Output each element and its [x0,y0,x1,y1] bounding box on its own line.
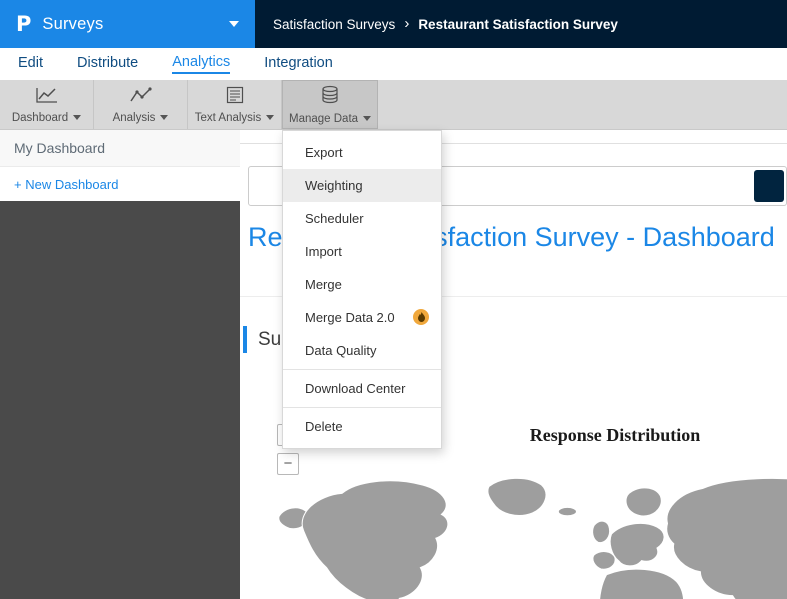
questionpro-logo-icon: P [16,12,32,36]
text-document-icon [225,86,245,109]
toolbar-button-analysis[interactable]: Analysis [94,80,188,129]
toolbar-button-label: Manage Data [289,112,359,125]
menu-item-scheduler[interactable]: Scheduler [283,202,441,235]
breadcrumb-current: Restaurant Satisfaction Survey [418,16,618,32]
section-accent-bar [243,326,247,353]
chevron-down-icon [73,115,82,120]
world-map [278,477,787,599]
toolbar-button-label: Dashboard [11,111,69,124]
chevron-down-icon [160,115,169,120]
nav-item-integration[interactable]: Integration [264,55,333,73]
menu-item-label: Weighting [305,178,363,193]
nav-item-edit[interactable]: Edit [18,55,43,73]
menu-item-label: Download Center [305,381,406,396]
menu-item-label: Data Quality [305,343,377,358]
menu-item-label: Scheduler [305,211,364,226]
menu-item-import[interactable]: Import [283,235,441,268]
analysis-chart-icon [129,86,153,109]
product-name: Surveys [42,14,104,33]
sidebar-item-my-dashboard[interactable]: My Dashboard [0,130,240,167]
manage-data-menu: Export Weighting Scheduler Import Merge … [282,130,442,449]
menu-item-label: Delete [305,419,343,434]
product-switcher[interactable]: P Surveys [0,0,255,48]
menu-item-export[interactable]: Export [283,136,441,169]
menu-item-merge-data-2-0[interactable]: Merge Data 2.0 [283,301,441,334]
menu-item-data-quality[interactable]: Data Quality [283,334,441,367]
new-dashboard-label: + New Dashboard [14,176,119,192]
toolbar-button-manage-data[interactable]: Manage Data [282,80,379,129]
dashboard-sidebar: My Dashboard + New Dashboard [0,130,240,599]
menu-item-weighting[interactable]: Weighting [283,169,441,202]
breadcrumb: Satisfaction Surveys › Restaurant Satisf… [255,0,787,48]
chevron-down-icon[interactable] [229,21,239,27]
line-chart-icon [35,86,59,109]
menu-item-label: Import [305,244,342,259]
menu-item-download-center[interactable]: Download Center [283,372,441,405]
new-dashboard-link[interactable]: + New Dashboard [0,167,240,201]
breadcrumb-parent-link[interactable]: Satisfaction Surveys [273,17,395,32]
zoom-out-button[interactable]: − [277,453,299,475]
toolbar-button-text-analysis[interactable]: Text Analysis [188,80,282,129]
menu-item-label: Merge Data 2.0 [305,310,395,325]
nav-item-distribute[interactable]: Distribute [77,55,138,73]
menu-item-label: Export [305,145,343,160]
breadcrumb-separator-icon: › [404,14,410,32]
survey-nav: Edit Distribute Analytics Integration [0,48,787,80]
menu-separator [283,369,441,370]
toolbar-button-dashboard[interactable]: Dashboard [0,80,94,129]
analytics-toolbar: Dashboard Analysis Text Analysis Manage … [0,80,787,130]
menu-item-label: Merge [305,277,342,292]
menu-item-merge[interactable]: Merge [283,268,441,301]
toolbar-button-label: Text Analysis [194,111,262,124]
chevron-down-icon [266,115,275,120]
toolbar-button-label: Analysis [112,111,156,124]
database-icon [320,85,340,110]
menu-separator [283,407,441,408]
dashboard-action-button[interactable] [754,170,784,202]
menu-item-delete[interactable]: Delete [283,410,441,443]
nav-item-analytics[interactable]: Analytics [172,54,231,74]
new-feature-flame-icon [413,309,429,325]
app-header: P Surveys Satisfaction Surveys › Restaur… [0,0,787,48]
chevron-down-icon [363,116,372,121]
sidebar-item-label: My Dashboard [14,140,106,156]
